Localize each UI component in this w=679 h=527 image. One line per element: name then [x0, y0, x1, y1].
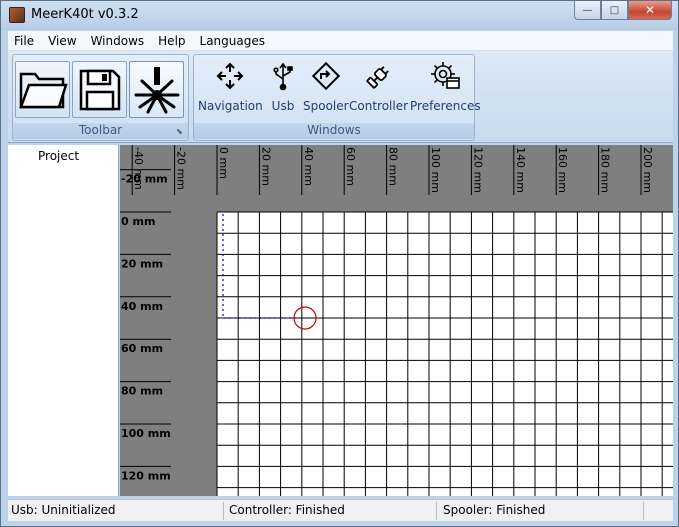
x-ruler-label: 160 mm	[556, 147, 569, 193]
status-divider	[223, 502, 224, 520]
x-ruler-label: 120 mm	[471, 147, 484, 193]
menu-view[interactable]: View	[41, 34, 83, 48]
maximize-button[interactable]: □	[601, 1, 628, 20]
ribbon: Toolbar ⬊ Navigation Usb Spooler Control…	[8, 51, 673, 143]
usb-button[interactable]: Usb	[266, 59, 300, 117]
x-ruler-label: 40 mm	[302, 147, 315, 186]
menu-languages[interactable]: Languages	[193, 34, 272, 48]
spooler-icon	[311, 61, 340, 91]
x-ruler-label: 0 mm	[217, 147, 230, 179]
x-ruler-label: 180 mm	[599, 147, 612, 193]
controller-plug-icon	[366, 66, 389, 89]
toolbar-group: Toolbar ⬊	[12, 54, 189, 141]
project-tree-item[interactable]: Project	[38, 149, 79, 163]
spooler-button[interactable]: Spooler	[303, 59, 349, 117]
usb-icon	[273, 62, 293, 91]
scene-svg[interactable]: -40 mm -20 mm 0 mm 20 mm 40 mm 60 mm 80 mm 100 …	[120, 145, 673, 496]
menu-help[interactable]: Help	[151, 34, 192, 48]
status-spooler: Spooler: Finished	[443, 503, 546, 517]
preferences-button[interactable]: Preferences	[410, 59, 481, 117]
y-ruler-label: 60 mm	[121, 342, 163, 355]
menu-file[interactable]: File	[8, 34, 41, 48]
y-ruler-label: 120 mm	[121, 469, 171, 482]
y-ruler-label: 0 mm	[121, 215, 155, 228]
navigation-button[interactable]: Navigation	[198, 59, 263, 117]
save-disk-icon	[79, 69, 120, 110]
controller-label: Controller	[349, 99, 409, 113]
toolbar-group-label: Toolbar	[13, 123, 188, 139]
project-tree[interactable]: Project	[8, 145, 119, 496]
x-ruler-label: 100 mm	[429, 147, 442, 193]
status-controller: Controller: Finished	[229, 503, 345, 517]
status-divider	[436, 502, 437, 520]
menu-windows[interactable]: Windows	[84, 34, 152, 48]
usb-label: Usb	[271, 99, 295, 113]
dialog-launcher-icon[interactable]: ⬊	[176, 128, 185, 137]
status-usb: Usb: Uninitialized	[11, 503, 116, 517]
x-ruler-label: 80 mm	[387, 147, 400, 186]
laser-icon	[134, 66, 179, 113]
window-title: MeerK40t v0.3.2	[31, 7, 139, 22]
windows-group: Navigation Usb Spooler Controller Prefer…	[193, 54, 481, 141]
preferences-gear-icon	[431, 62, 461, 89]
status-bar: Usb: Uninitialized Controller: Finished …	[8, 499, 673, 521]
minimize-button[interactable]: —	[574, 1, 601, 20]
navigation-arrows-icon	[216, 62, 244, 90]
title-bar[interactable]: MeerK40t v0.3.2 — □ ✕	[1, 1, 678, 30]
open-button[interactable]	[15, 61, 70, 118]
y-ruler-label: 40 mm	[121, 300, 163, 313]
open-folder-icon	[18, 72, 68, 108]
spooler-label: Spooler	[303, 99, 349, 113]
x-ruler-label: 20 mm	[259, 147, 272, 186]
controller-button[interactable]: Controller	[349, 59, 408, 117]
app-icon	[9, 7, 25, 23]
save-button[interactable]	[72, 61, 127, 118]
x-ruler-label: 200 mm	[641, 147, 654, 193]
preferences-label: Preferences	[410, 99, 481, 113]
status-divider	[643, 502, 644, 520]
navigation-label: Navigation	[198, 99, 263, 113]
menu-bar: File View Windows Help Languages	[8, 31, 673, 51]
x-ruler-label: -20 mm	[175, 147, 188, 190]
close-button[interactable]: ✕	[628, 1, 672, 20]
y-ruler-label: 100 mm	[121, 427, 171, 440]
scene-canvas[interactable]: -40 mm -20 mm 0 mm 20 mm 40 mm 60 mm 80 mm 100 …	[120, 145, 673, 496]
laser-button[interactable]	[129, 61, 184, 118]
windows-group-label: Windows	[194, 123, 474, 139]
y-ruler-label: -20 mm	[121, 173, 168, 186]
window-controls: — □ ✕	[574, 1, 672, 21]
app-window: MeerK40t v0.3.2 — □ ✕ File View Windows …	[0, 0, 679, 527]
y-ruler-label: 80 mm	[121, 385, 163, 398]
x-ruler-label: 60 mm	[344, 147, 357, 186]
y-ruler-label: 20 mm	[121, 257, 163, 270]
x-ruler-label: 140 mm	[514, 147, 527, 193]
